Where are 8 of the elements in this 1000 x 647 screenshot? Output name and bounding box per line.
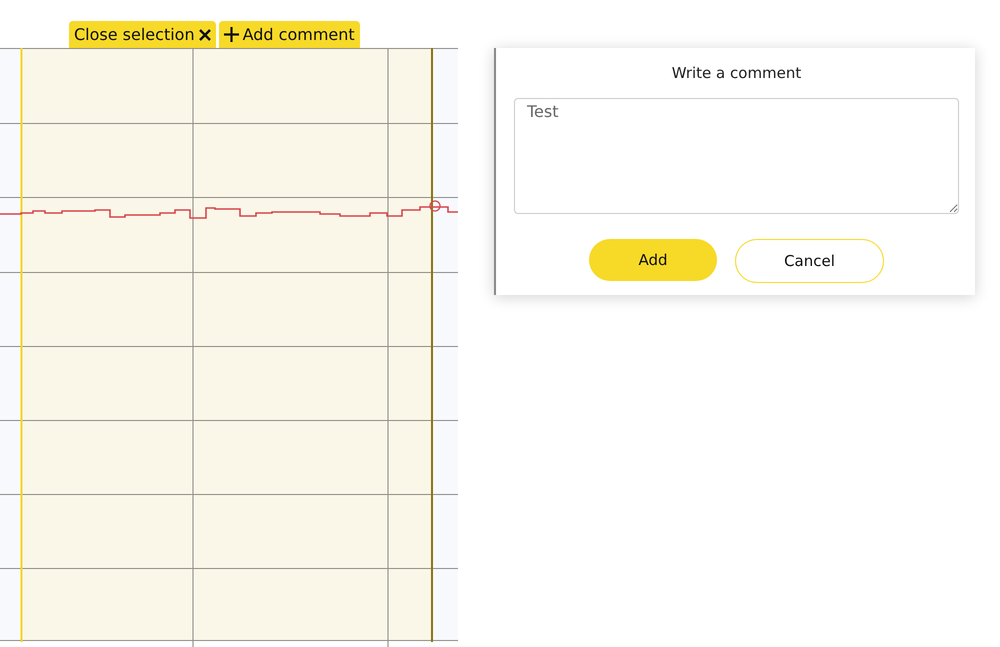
dialog-title: Write a comment (672, 64, 802, 82)
close-selection-button[interactable]: Close selection (69, 21, 216, 48)
add-comment-button[interactable]: Add comment (218, 21, 360, 48)
close-icon (198, 28, 211, 40)
cancel-button[interactable]: Cancel (735, 239, 884, 283)
add-button[interactable]: Add (589, 239, 717, 281)
comment-input-field[interactable]: Test (514, 98, 959, 214)
plus-icon (224, 27, 239, 42)
